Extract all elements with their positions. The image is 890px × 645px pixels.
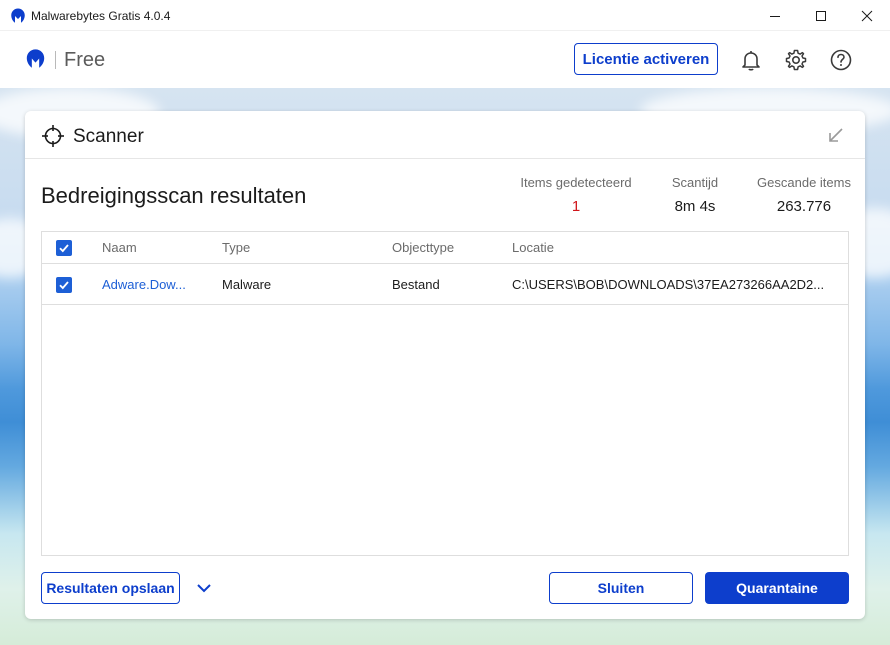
column-header-location[interactable]: Locatie [512, 232, 832, 263]
stat-label: Gescande items [757, 175, 851, 190]
table-header: Naam Type Objecttype Locatie [42, 232, 848, 264]
stat-value: 263.776 [776, 198, 832, 215]
malwarebytes-logo-icon [26, 49, 45, 68]
card-header: Scanner [25, 111, 865, 159]
gear-icon[interactable] [784, 48, 808, 72]
check-icon [59, 280, 69, 289]
maximize-icon [816, 10, 826, 21]
stat-value: 1 [571, 198, 581, 215]
minimize-button[interactable] [752, 0, 798, 31]
scanner-card: Scanner Bedreigingsscan resultaten Items… [25, 111, 865, 619]
select-all-cell [56, 232, 72, 263]
stat-value: 8m 4s [674, 198, 716, 215]
threat-name-link[interactable]: Adware.Dow... [102, 265, 212, 304]
results-table: Naam Type Objecttype Locatie Adware.Dow.… [41, 231, 849, 556]
stat-label: Scantijd [671, 175, 719, 190]
check-icon [59, 243, 69, 252]
save-results-button[interactable]: Resultaten opslaan [41, 572, 180, 604]
activate-license-button[interactable]: Licentie activeren [574, 43, 718, 75]
quarantine-button[interactable]: Quarantaine [705, 572, 849, 604]
close-button[interactable]: Sluiten [549, 572, 693, 604]
maximize-button[interactable] [798, 0, 844, 31]
stat-detected: Items gedetecteerd 1 [517, 175, 635, 215]
table-row[interactable]: Adware.Dow... Malware Bestand C:\USERS\B… [42, 265, 848, 305]
stat-label: Items gedetecteerd [520, 175, 632, 190]
column-header-objecttype[interactable]: Objecttype [392, 232, 502, 263]
card-title: Scanner [73, 126, 144, 147]
threat-location: C:\USERS\BOB\DOWNLOADS\37EA273266AA2D2..… [512, 277, 825, 292]
minimize-icon [770, 15, 780, 17]
question-icon[interactable] [829, 48, 853, 72]
header-separator [55, 51, 56, 69]
arrow-down-left-icon[interactable] [827, 126, 845, 144]
title-bar: Malwarebytes Gratis 4.0.4 [0, 0, 890, 31]
malwarebytes-logo-icon [11, 8, 25, 23]
close-window-button[interactable] [844, 0, 890, 31]
chevron-down-icon[interactable] [195, 579, 213, 597]
column-header-name[interactable]: Naam [102, 232, 212, 263]
close-icon [861, 10, 873, 21]
column-header-type[interactable]: Type [222, 232, 382, 263]
stat-scantime: Scantijd 8m 4s [655, 175, 735, 215]
threat-type: Malware [222, 277, 272, 292]
stat-scanned: Gescande items 263.776 [753, 175, 855, 215]
select-all-checkbox[interactable] [56, 239, 72, 256]
crosshair-icon [42, 125, 64, 147]
edition-label: Free [64, 49, 106, 71]
row-checkbox-cell [56, 265, 72, 304]
bell-icon[interactable] [739, 48, 763, 72]
threat-objecttype: Bestand [392, 277, 440, 292]
app-header: Free Licentie activeren [0, 31, 890, 88]
results-title: Bedreigingsscan resultaten [41, 183, 307, 208]
window-title: Malwarebytes Gratis 4.0.4 [31, 9, 171, 23]
row-checkbox[interactable] [56, 276, 72, 293]
